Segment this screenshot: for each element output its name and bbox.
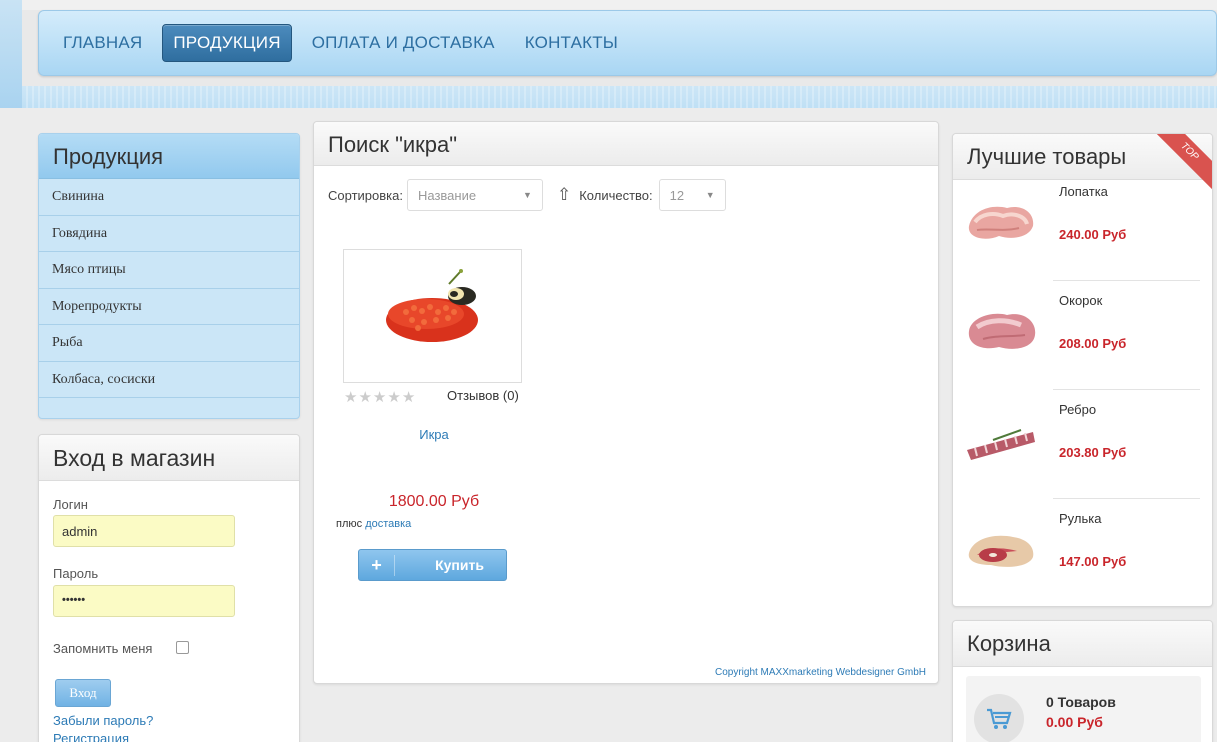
nav-item-contacts[interactable]: КОНТАКТЫ: [515, 25, 628, 61]
category-item-poultry[interactable]: Мясо птицы: [39, 252, 299, 289]
category-item-seafood[interactable]: Морепродукты: [39, 289, 299, 325]
pork-knuckle-image: [968, 535, 1034, 567]
star-icon: ★: [344, 389, 359, 406]
star-icon: ★: [358, 389, 373, 406]
best-item[interactable]: Окорок 208.00 Руб: [953, 281, 1212, 390]
star-icon: ★: [401, 389, 417, 406]
copyright-link[interactable]: Copyright MAXXmarketing Webdesigner GmbH: [715, 667, 926, 678]
ham-image: [968, 313, 1036, 349]
star-icon: ★: [387, 389, 402, 406]
buy-button-label: Купить: [435, 557, 484, 573]
cart-title: Корзина: [953, 621, 1212, 667]
shipping-note: плюс доставка: [336, 518, 411, 530]
count-select[interactable]: 12 ▼: [658, 179, 726, 211]
chevron-down-icon: ▼: [523, 190, 532, 200]
best-item-price: 203.80 Руб: [1059, 445, 1127, 460]
categories-list: Свинина Говядина Мясо птицы Морепродукты…: [39, 179, 299, 398]
sort-select-value: Название: [417, 187, 477, 203]
product-reviews[interactable]: Отзывов (0): [447, 388, 519, 403]
plus-icon: +: [359, 554, 395, 576]
buy-button[interactable]: + Купить: [358, 549, 507, 581]
product-image[interactable]: [343, 249, 522, 383]
pork-shoulder-image: [968, 206, 1034, 239]
forgot-password-link[interactable]: Забыли пароль?: [53, 713, 153, 728]
cart-icon: [974, 694, 1024, 742]
shipping-link[interactable]: доставка: [365, 518, 411, 530]
best-item[interactable]: Ребро 203.80 Руб: [953, 390, 1212, 499]
categories-title: Продукция: [39, 134, 299, 179]
login-title: Вход в магазин: [39, 435, 299, 481]
ribs-image: [967, 429, 1035, 460]
category-item-pork[interactable]: Свинина: [39, 179, 299, 216]
search-title: Поиск "икра": [314, 122, 938, 166]
sort-label: Сортировка:: [328, 187, 403, 203]
best-item-name[interactable]: Рулька: [1059, 511, 1101, 526]
login-panel: Вход в магазин Логин admin Пароль ••••••…: [38, 434, 300, 742]
product-price: 1800.00 Руб: [388, 493, 480, 510]
nav-item-products[interactable]: ПРОДУКЦИЯ: [162, 24, 292, 62]
category-item-beef[interactable]: Говядина: [39, 216, 299, 252]
main-nav: ГЛАВНАЯ ПРОДУКЦИЯ ОПЛАТА И ДОСТАВКА КОНТ…: [38, 10, 1217, 76]
username-input[interactable]: admin: [53, 515, 235, 547]
best-item-name[interactable]: Лопатка: [1059, 184, 1108, 199]
cart-summary[interactable]: 0 Товаров 0.00 Руб: [966, 676, 1201, 742]
best-item-name[interactable]: Ребро: [1059, 402, 1096, 417]
chevron-down-icon: ▼: [705, 190, 715, 200]
search-results-panel: Поиск "икра" Сортировка: Название ▼ ⇧ Ко…: [313, 121, 939, 684]
password-input[interactable]: ••••••: [53, 585, 235, 617]
password-label: Пароль: [53, 566, 99, 581]
star-icon: ★: [372, 389, 388, 406]
count-select-value: 12: [669, 187, 685, 203]
product-rating: ★★★★★: [344, 388, 416, 406]
remember-label: Запомнить меня: [53, 641, 153, 656]
cart-panel: Корзина 0 Товаров 0.00 Руб: [952, 620, 1213, 742]
best-products-panel: Лучшие товары TOP Лопатка 240.00 Руб Око…: [952, 133, 1213, 607]
count-label: Количество:: [579, 187, 653, 203]
arrow-up-outline-icon[interactable]: ⇧: [557, 185, 571, 205]
login-button[interactable]: Вход: [55, 679, 111, 707]
cart-total: 0.00 Руб: [1046, 714, 1103, 730]
nav-item-payment-delivery[interactable]: ОПЛАТА И ДОСТАВКА: [302, 25, 505, 61]
caviar-image: [386, 269, 478, 342]
best-item[interactable]: Рулька 147.00 Руб: [953, 499, 1212, 606]
username-label: Логин: [53, 497, 88, 512]
category-item-sausages[interactable]: Колбаса, сосиски: [39, 362, 299, 398]
best-item[interactable]: Лопатка 240.00 Руб: [953, 172, 1212, 281]
register-link[interactable]: Регистрация: [53, 731, 129, 742]
categories-panel: Продукция Свинина Говядина Мясо птицы Мо…: [38, 133, 300, 419]
best-item-name[interactable]: Окорок: [1059, 293, 1102, 308]
category-item-fish[interactable]: Рыба: [39, 325, 299, 362]
nav-item-home[interactable]: ГЛАВНАЯ: [53, 25, 152, 61]
shipping-prefix: плюс: [336, 518, 366, 530]
cart-item-count: 0 Товаров: [1046, 694, 1116, 710]
sort-select[interactable]: Название ▼: [406, 179, 543, 211]
sort-toolbar: Сортировка: Название ▼ ⇧ Количество: 12 …: [328, 179, 726, 211]
header-left-strip: [0, 0, 22, 108]
shopping-cart-icon: [987, 708, 1012, 729]
header-sheen: [8, 86, 1217, 108]
product-name-link[interactable]: Икра: [314, 427, 554, 442]
best-item-price: 240.00 Руб: [1059, 227, 1127, 242]
best-item-price: 208.00 Руб: [1059, 336, 1127, 351]
best-item-price: 147.00 Руб: [1059, 554, 1127, 569]
remember-checkbox[interactable]: [176, 641, 189, 654]
